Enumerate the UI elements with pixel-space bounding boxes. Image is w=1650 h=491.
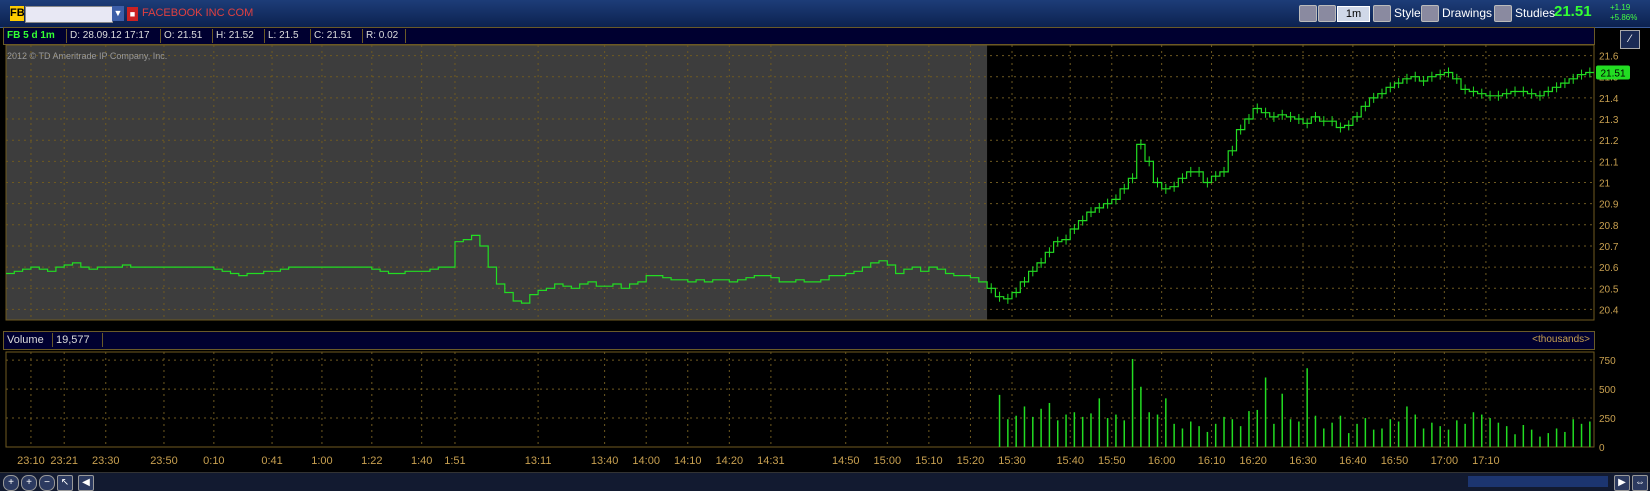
last-price-tag-label: 21.51 bbox=[1600, 69, 1625, 80]
time-tick-label: 13:11 bbox=[525, 455, 552, 467]
volume-panel-frame bbox=[5, 351, 1595, 448]
time-scrollbar[interactable] bbox=[1468, 476, 1608, 487]
time-tick-label: 14:00 bbox=[632, 455, 660, 467]
time-tick-label: 17:00 bbox=[1431, 455, 1459, 467]
time-tick-label: 23:10 bbox=[17, 455, 45, 467]
scroll-left-icon[interactable]: ◀ bbox=[78, 475, 94, 491]
time-tick-label: 1:22 bbox=[361, 455, 382, 467]
zoom-out-icon[interactable]: − bbox=[39, 475, 55, 491]
time-tick-label: 0:10 bbox=[203, 455, 224, 467]
time-tick-label: 15:30 bbox=[998, 455, 1026, 467]
bottom-toolbar: + + − ↖ ◀ ▶ ⇔ bbox=[0, 472, 1650, 491]
price-tick-label: 21.1 bbox=[1599, 157, 1619, 168]
pointer-icon[interactable]: ↖ bbox=[57, 475, 73, 491]
price-tick-label: 20.6 bbox=[1599, 263, 1619, 274]
time-tick-label: 15:00 bbox=[874, 455, 902, 467]
time-tick-label: 16:20 bbox=[1239, 455, 1267, 467]
price-tick-label: 20.5 bbox=[1599, 284, 1619, 295]
price-volume-chart: 20.4 20.5 20.6 20.7 20.8 20.9 21 21.1 21.2 21.3 21… bbox=[5, 44, 1630, 467]
time-tick-label: 1:51 bbox=[444, 455, 465, 467]
time-tick-label: 14:31 bbox=[757, 455, 785, 467]
pan-icon[interactable]: + bbox=[3, 475, 19, 491]
time-tick-label: 15:50 bbox=[1098, 455, 1126, 467]
time-tick-label: 16:00 bbox=[1148, 455, 1176, 467]
time-tick-label: 23:50 bbox=[150, 455, 178, 467]
time-tick-label: 15:40 bbox=[1056, 455, 1084, 467]
time-tick-label: 1:40 bbox=[411, 455, 432, 467]
volume-tick-label: 0 bbox=[1599, 443, 1605, 454]
price-tick-label: 20.7 bbox=[1599, 242, 1619, 253]
time-tick-label: 23:21 bbox=[50, 455, 78, 467]
price-panel: 20.4 20.5 20.6 20.7 20.8 20.9 21 21.1 21.2 21.3 21… bbox=[5, 44, 1630, 321]
time-tick-label: 17:10 bbox=[1472, 455, 1500, 467]
time-tick-label: 14:50 bbox=[832, 455, 860, 467]
volume-tick-label: 500 bbox=[1599, 385, 1616, 396]
price-tick-label: 20.4 bbox=[1599, 305, 1619, 316]
time-axis: 23:10 23:21 23:30 23:50 0:10 0:41 1:00 1:22 1:40… bbox=[17, 455, 1500, 467]
volume-tick-label: 250 bbox=[1599, 414, 1616, 425]
scroll-right-icon[interactable]: ▶ bbox=[1614, 475, 1630, 491]
time-tick-label: 14:10 bbox=[674, 455, 702, 467]
price-tick-label: 21.6 bbox=[1599, 52, 1619, 63]
time-tick-label: 1:00 bbox=[311, 455, 332, 467]
price-tick-label: 21.2 bbox=[1599, 136, 1619, 147]
volume-tick-label: 750 bbox=[1599, 356, 1616, 367]
zoom-in-icon[interactable]: + bbox=[21, 475, 37, 491]
time-tick-label: 16:50 bbox=[1381, 455, 1409, 467]
copyright-text: 2012 © TD Ameritrade IP Company, Inc. bbox=[7, 51, 167, 61]
price-tick-label: 21.3 bbox=[1599, 115, 1619, 126]
time-tick-label: 15:20 bbox=[957, 455, 985, 467]
time-tick-label: 15:10 bbox=[915, 455, 943, 467]
price-tick-label: 21.4 bbox=[1599, 94, 1619, 105]
time-tick-label: 16:40 bbox=[1339, 455, 1367, 467]
expand-icon[interactable]: ⇔ bbox=[1632, 475, 1648, 491]
time-tick-label: 0:41 bbox=[261, 455, 282, 467]
time-tick-label: 13:40 bbox=[591, 455, 619, 467]
time-tick-label: 14:20 bbox=[716, 455, 744, 467]
price-tick-label: 21 bbox=[1599, 179, 1611, 190]
volume-panel: 0 250 500 750 bbox=[5, 351, 1616, 454]
price-tick-label: 20.8 bbox=[1599, 221, 1619, 232]
time-tick-label: 16:10 bbox=[1198, 455, 1226, 467]
price-tick-label: 20.9 bbox=[1599, 200, 1619, 211]
time-tick-label: 16:30 bbox=[1289, 455, 1317, 467]
time-tick-label: 23:30 bbox=[92, 455, 120, 467]
